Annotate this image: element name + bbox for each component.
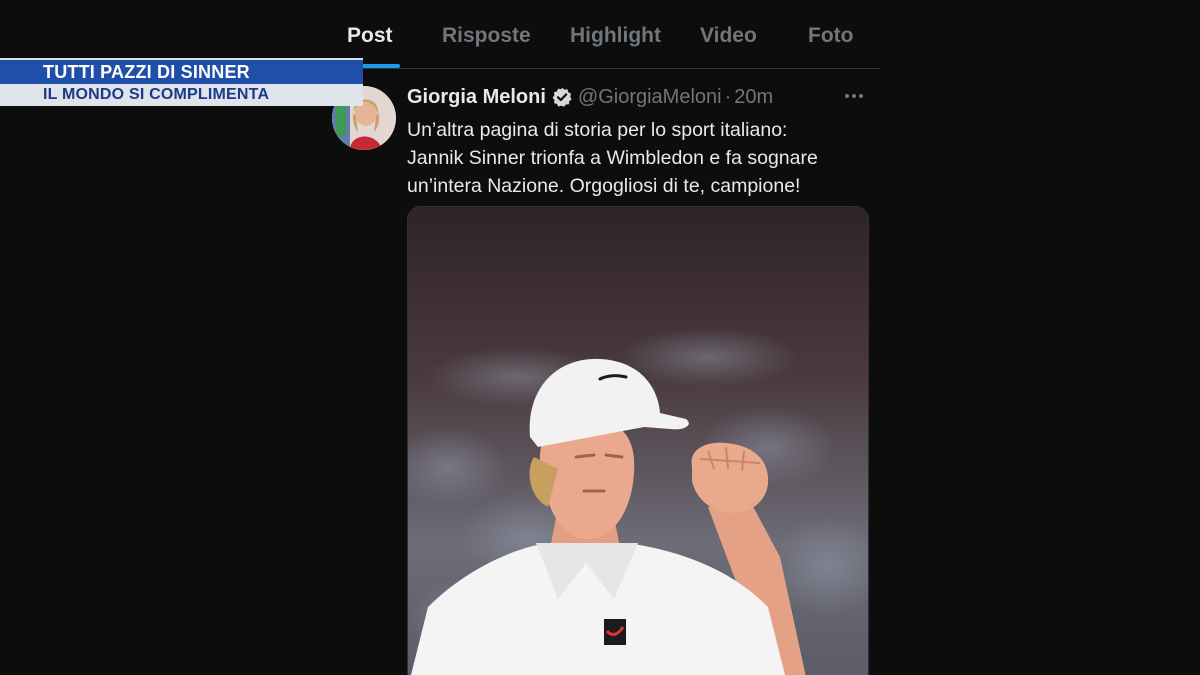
separator-dot: · bbox=[724, 85, 732, 108]
tab-foto[interactable]: Foto bbox=[808, 24, 853, 48]
tweet-header: Giorgia Meloni @GiorgiaMeloni · 20m bbox=[407, 84, 773, 110]
more-options-icon[interactable] bbox=[842, 86, 866, 106]
banner-top-strip: TUTTI PAZZI DI SINNER bbox=[0, 58, 363, 84]
tweet-text-line: un’intera Nazione. Orgogliosi di te, cam… bbox=[407, 175, 801, 197]
news-lower-third-banner: TUTTI PAZZI DI SINNER IL MONDO SI COMPLI… bbox=[0, 58, 363, 106]
tweet-text: Un’altra pagina di storia per lo sport i… bbox=[407, 116, 877, 200]
tweet-text-line: Jannik Sinner trionfa a Wimbledon e fa s… bbox=[407, 147, 818, 169]
banner-bottom-strip: IL MONDO SI COMPLIMENTA bbox=[0, 84, 363, 106]
tweet-media-photo[interactable] bbox=[407, 206, 869, 675]
tweet-timestamp[interactable]: 20m bbox=[734, 86, 773, 109]
tab-highlight[interactable]: Highlight bbox=[570, 24, 661, 48]
tab-post[interactable]: Post bbox=[347, 24, 393, 48]
author-handle[interactable]: @GiorgiaMeloni bbox=[578, 86, 722, 109]
banner-headline: TUTTI PAZZI DI SINNER bbox=[43, 62, 250, 82]
active-tab-indicator bbox=[362, 64, 400, 68]
tab-video[interactable]: Video bbox=[700, 24, 757, 48]
verified-badge-icon bbox=[552, 87, 572, 107]
author-name[interactable]: Giorgia Meloni bbox=[407, 86, 546, 109]
tab-risposte[interactable]: Risposte bbox=[442, 24, 531, 48]
tweet-text-line: Un’altra pagina di storia per lo sport i… bbox=[407, 119, 788, 141]
profile-tabs: Post Risposte Highlight Video Foto bbox=[330, 0, 880, 69]
banner-subheadline: IL MONDO SI COMPLIMENTA bbox=[43, 86, 270, 103]
